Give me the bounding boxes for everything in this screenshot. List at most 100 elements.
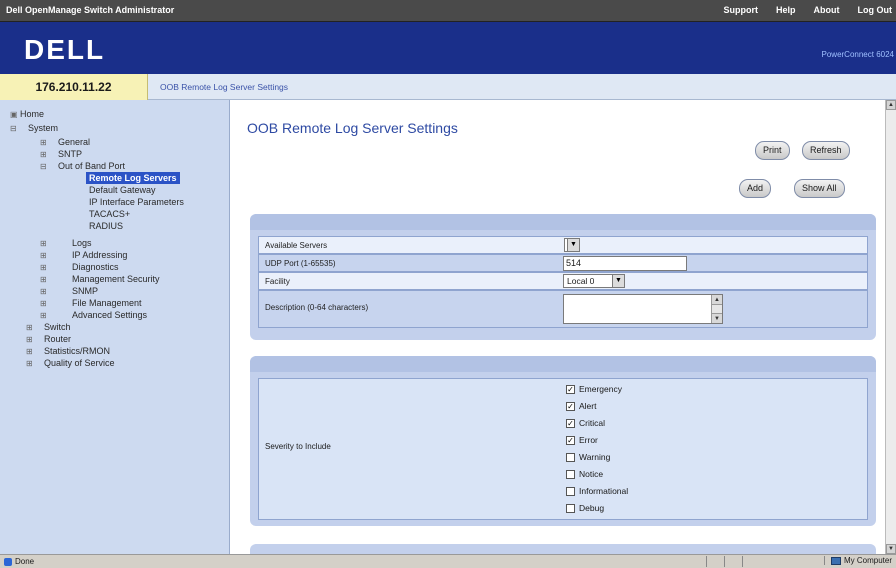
tree-item-default-gateway[interactable]: Default Gateway <box>89 184 156 196</box>
severity-alert[interactable]: ✓ Alert <box>566 399 596 413</box>
severity-notice[interactable]: Notice <box>566 467 603 481</box>
status-bar: Done My Computer <box>0 554 896 568</box>
next-panel <box>250 544 876 554</box>
tree-item-out-of-band-port[interactable]: ⊟ Out of Band Port <box>40 160 125 172</box>
available-servers-row: Available Servers ▼ <box>258 236 868 254</box>
tree-item-general[interactable]: ⊞ General <box>40 136 90 148</box>
scroll-down-icon[interactable]: ▼ <box>712 313 722 323</box>
tree-label: Advanced Settings <box>72 310 148 320</box>
tree-item-sntp[interactable]: ⊞ SNTP <box>40 148 82 160</box>
page-scrollbar[interactable]: ▲ ▼ <box>885 100 896 554</box>
checkbox[interactable]: ✓ <box>566 435 575 445</box>
scroll-down-icon[interactable]: ▼ <box>886 544 896 554</box>
udp-port-input[interactable]: 514 <box>563 256 687 271</box>
tree-item-tacacs[interactable]: TACACS+ <box>89 208 130 220</box>
tree-label: Management Security <box>72 274 160 284</box>
print-button[interactable]: Print <box>755 141 790 160</box>
help-link[interactable]: Help <box>776 5 796 15</box>
tree-item-ip-interface-parameters[interactable]: IP Interface Parameters <box>89 196 184 208</box>
home-icon: ▣ <box>10 110 18 119</box>
dell-logo: DELL <box>24 34 106 65</box>
tree-item-remote-log-servers[interactable]: Remote Log Servers <box>86 172 180 184</box>
panel-header <box>250 214 876 230</box>
facility-label: Facility <box>265 277 290 286</box>
tree-label: File Management <box>72 298 142 308</box>
header-banner: DELL PowerConnect 6024 <box>0 22 896 74</box>
show-all-button[interactable]: Show All <box>794 179 845 198</box>
scroll-up-icon[interactable]: ▲ <box>712 295 722 305</box>
severity-debug[interactable]: Debug <box>566 501 604 515</box>
main-content: OOB Remote Log Server Settings Print Ref… <box>231 100 885 554</box>
scroll-up-icon[interactable]: ▲ <box>886 100 896 110</box>
logout-link[interactable]: Log Out <box>858 5 893 15</box>
tree-label: Diagnostics <box>72 262 119 272</box>
tree-item-snmp[interactable]: ⊞ SNMP <box>40 285 98 297</box>
refresh-button[interactable]: Refresh <box>802 141 850 160</box>
checkbox[interactable] <box>566 503 575 513</box>
tree-item-logs[interactable]: ⊞ Logs <box>40 237 92 249</box>
tree-item-system[interactable]: ⊟ System <box>10 122 58 134</box>
checkbox[interactable]: ✓ <box>566 418 575 428</box>
tree-item-file-management[interactable]: ⊞ File Management <box>40 297 142 309</box>
breadcrumb: OOB Remote Log Server Settings <box>160 82 289 92</box>
about-link[interactable]: About <box>814 5 840 15</box>
top-bar: Dell OpenManage Switch Administrator Sup… <box>0 0 896 22</box>
tree-item-home[interactable]: ▣ Home <box>10 108 44 120</box>
tree-label: Home <box>20 109 45 119</box>
product-name: PowerConnect 6024 <box>821 50 895 59</box>
description-textarea[interactable]: ▲ ▼ <box>563 294 723 324</box>
page-icon <box>4 557 12 566</box>
severity-error[interactable]: ✓ Error <box>566 433 598 447</box>
tree-label: Router <box>44 334 72 344</box>
available-servers-select[interactable]: ▼ <box>564 238 580 252</box>
tree-item-statistics-rmon[interactable]: ⊞ Statistics/RMON <box>26 345 110 357</box>
add-button[interactable]: Add <box>739 179 772 198</box>
tree-item-radius[interactable]: RADIUS <box>89 220 123 232</box>
tree-item-switch[interactable]: ⊞ Switch <box>26 321 71 333</box>
tree-label: Out of Band Port <box>58 161 126 171</box>
severity-emergency[interactable]: ✓ Emergency <box>566 382 622 396</box>
tree-item-router[interactable]: ⊞ Router <box>26 333 71 345</box>
expand-icon[interactable]: ⊞ <box>26 358 36 370</box>
severity-informational[interactable]: Informational <box>566 484 628 498</box>
tree-item-advanced-settings[interactable]: ⊞ Advanced Settings <box>40 309 147 321</box>
tree-item-ip-addressing[interactable]: ⊞ IP Addressing <box>40 249 127 261</box>
description-label: Description (0-64 characters) <box>265 303 369 312</box>
udp-port-row: UDP Port (1-65535) 514 <box>258 254 868 272</box>
tree-item-quality-of-service[interactable]: ⊞ Quality of Service <box>26 357 115 369</box>
support-link[interactable]: Support <box>723 5 758 15</box>
ip-bar: 176.210.11.22 OOB Remote Log Server Sett… <box>0 74 896 100</box>
tree-label: Quality of Service <box>44 358 115 368</box>
status-divider <box>742 556 743 567</box>
tree-label: Statistics/RMON <box>44 346 111 356</box>
severity-box: Severity to Include ✓ Emergency ✓ Alert ✓ C… <box>258 378 868 520</box>
textarea-scrollbar[interactable]: ▲ ▼ <box>711 295 722 323</box>
collapse-icon[interactable]: ⊟ <box>40 161 50 173</box>
sidebar-tree: ▣ Home ⊟ System ⊞ General ⊞ SNTP ⊟ Out of Ban… <box>0 100 230 554</box>
tree-item-management-security[interactable]: ⊞ Management Security <box>40 273 160 285</box>
status-divider <box>724 556 725 567</box>
severity-warning[interactable]: Warning <box>566 450 610 464</box>
severity-label: Severity to Include <box>265 442 331 451</box>
page-title: OOB Remote Log Server Settings <box>247 120 458 136</box>
tree-label: SNTP <box>58 149 83 159</box>
collapse-icon[interactable]: ⊟ <box>10 123 20 135</box>
checkbox[interactable] <box>566 469 575 479</box>
facility-select[interactable]: Local 0 ▼ <box>563 274 625 288</box>
tree-label: IP Addressing <box>72 250 128 260</box>
status-divider <box>706 556 707 567</box>
device-ip: 176.210.11.22 <box>0 74 148 100</box>
checkbox[interactable] <box>566 452 575 462</box>
severity-critical[interactable]: ✓ Critical <box>566 416 605 430</box>
tree-label: System <box>28 123 59 133</box>
dropdown-arrow-icon: ▼ <box>612 275 624 287</box>
tree-label: General <box>58 137 91 147</box>
facility-row: Facility Local 0 ▼ <box>258 272 868 290</box>
computer-icon <box>830 556 841 565</box>
checkbox[interactable]: ✓ <box>566 401 575 411</box>
tree-item-diagnostics[interactable]: ⊞ Diagnostics <box>40 261 119 273</box>
checkbox[interactable]: ✓ <box>566 384 575 394</box>
tree-label: Switch <box>44 322 71 332</box>
udp-port-label: UDP Port (1-65535) <box>265 259 336 268</box>
checkbox[interactable] <box>566 486 575 496</box>
